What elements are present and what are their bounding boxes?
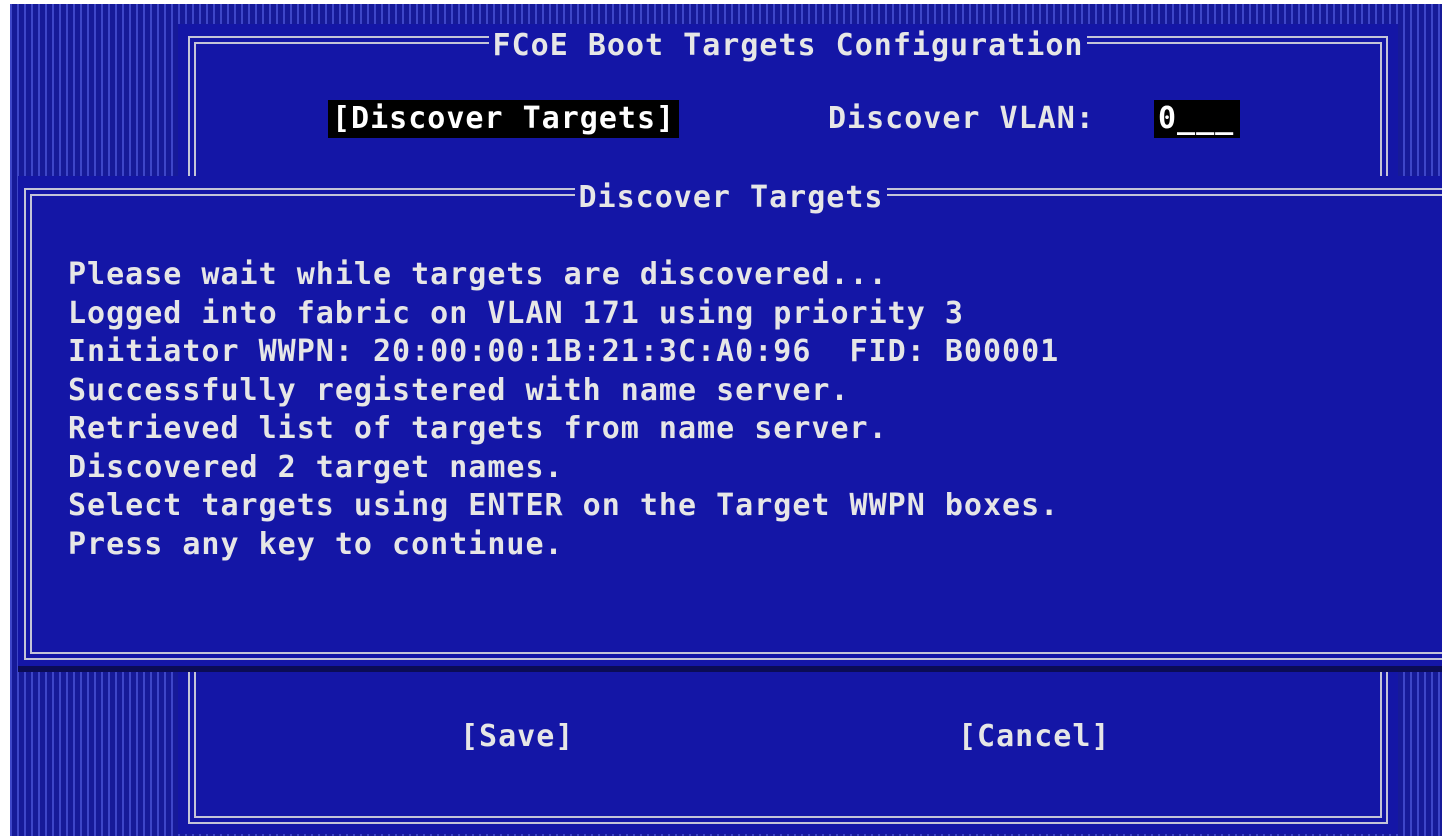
message-line: Please wait while targets are discovered… <box>68 257 888 292</box>
panel-title-bar: FCoE Boot Targets Configuration <box>178 28 1398 64</box>
message-line: Retrieved list of targets from name serv… <box>68 411 888 446</box>
cancel-button[interactable]: [Cancel] <box>958 718 1111 756</box>
save-button[interactable]: [Save] <box>460 718 574 756</box>
discover-vlan-label: Discover VLAN: <box>828 101 1095 136</box>
message-line: Discovered 2 target names. <box>68 449 564 485</box>
dialog-title: Discover Targets <box>574 180 888 215</box>
message-line: Successfully registered with name server… <box>68 372 850 408</box>
discover-targets-button[interactable]: [Discover Targets] <box>328 100 680 138</box>
discover-vlan-input[interactable]: 0___ <box>1154 100 1240 138</box>
dialog-message: Please wait while targets are discovered… <box>68 256 1424 564</box>
message-line: Press any key to continue. <box>68 526 564 562</box>
bios-screen: FCoE Boot Targets Configuration [Discove… <box>10 4 1442 836</box>
message-line: Initiator WWPN: 20:00:00:1B:21:3C:A0:96 … <box>68 334 1060 369</box>
message-line: Logged into fabric on VLAN 171 using pri… <box>68 295 964 331</box>
discover-targets-dialog: Discover Targets Please wait while targe… <box>18 176 1442 666</box>
dialog-title-bar: Discover Targets <box>18 180 1442 216</box>
message-line: Select targets using ENTER on the Target… <box>68 488 1060 523</box>
panel-title: FCoE Boot Targets Configuration <box>488 28 1088 63</box>
